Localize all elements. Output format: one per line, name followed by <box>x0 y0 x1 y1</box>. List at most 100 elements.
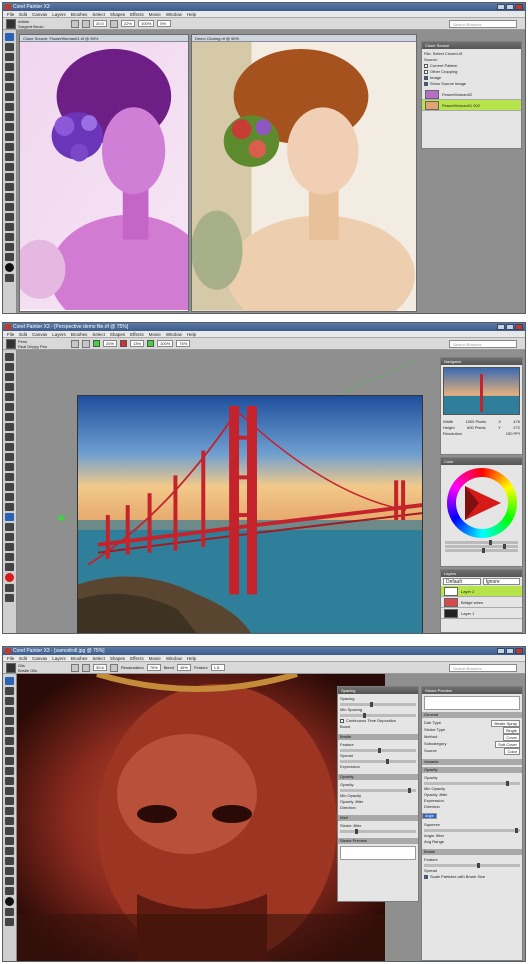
layer-item[interactable]: Layer 1 <box>441 608 522 619</box>
stroke-preview-section[interactable]: Stroke Preview <box>338 838 418 844</box>
clone-target-document[interactable]: Demo Cloning.rif @ 50% <box>191 34 417 312</box>
mirror-tool-icon[interactable] <box>5 867 14 875</box>
menu-layers[interactable]: Layers <box>52 656 66 661</box>
maximize-button[interactable] <box>506 324 514 330</box>
mirror-tool-icon[interactable] <box>5 543 14 551</box>
brush-dab-icon[interactable] <box>82 19 90 28</box>
pattern-selector-icon[interactable] <box>5 594 14 602</box>
shape-tool-icon[interactable] <box>5 463 14 471</box>
menu-shapes[interactable]: Shapes <box>110 12 125 17</box>
minimize-button[interactable] <box>497 324 505 330</box>
menu-edit[interactable]: Edit <box>19 12 27 17</box>
menu-window[interactable]: Window <box>166 12 182 17</box>
feature-field[interactable]: 1.8 <box>210 664 225 671</box>
lasso-tool-icon[interactable] <box>5 423 14 431</box>
dropper-tool-icon[interactable] <box>5 363 14 371</box>
composite-method-select[interactable]: Ignore <box>482 578 520 585</box>
eraser-tool-icon[interactable] <box>5 63 14 71</box>
stroke-jitter-slider[interactable] <box>340 829 416 834</box>
layer-adjuster-icon[interactable] <box>5 73 14 81</box>
cloner-tool-icon[interactable] <box>5 503 14 511</box>
burn-tool-icon[interactable] <box>5 857 14 865</box>
shape-tool-icon[interactable] <box>5 143 14 151</box>
clone-source-item[interactable]: FlowerWoman02 <box>422 89 521 100</box>
paint-bucket-icon[interactable] <box>5 373 14 381</box>
menu-brushes[interactable]: Brushes <box>71 332 88 337</box>
minimize-button[interactable] <box>497 648 505 654</box>
rectangle-select-icon[interactable] <box>5 93 14 101</box>
search-brushes-input[interactable]: Search Brushes <box>449 664 517 672</box>
painting-canvas[interactable] <box>17 674 385 961</box>
paint-bucket-icon[interactable] <box>5 53 14 61</box>
text-tool-icon[interactable] <box>5 153 14 161</box>
grain-field[interactable]: 100% <box>138 20 155 27</box>
opacity-slider[interactable] <box>424 781 520 786</box>
menu-file[interactable]: File <box>7 332 14 337</box>
brush-selector[interactable]: Artists Sargent Brush <box>6 18 68 29</box>
opacity-field-2[interactable]: 13% <box>130 340 145 347</box>
source-select[interactable]: Color <box>504 748 520 755</box>
crop-tool-icon[interactable] <box>5 443 14 451</box>
text-tool-icon[interactable] <box>5 473 14 481</box>
feature-slider[interactable] <box>424 863 520 868</box>
menu-effects[interactable]: Effects <box>130 12 144 17</box>
blend-method-select[interactable]: Default <box>443 578 481 585</box>
menu-canvas[interactable]: Canvas <box>32 12 47 17</box>
grabber-tool-icon[interactable] <box>5 233 14 241</box>
opacity-slider[interactable] <box>340 788 416 793</box>
opacity-field-1[interactable]: 20% <box>103 340 118 347</box>
dodge-tool-icon[interactable] <box>5 523 14 531</box>
menu-canvas[interactable]: Canvas <box>32 656 47 661</box>
mirror-tool-icon[interactable] <box>5 223 14 231</box>
squeeze-slider[interactable] <box>424 828 520 833</box>
show-source-checkbox[interactable]: Show Source Image <box>424 81 519 87</box>
brush-dab-icon-2[interactable] <box>110 19 118 28</box>
grid-color-swatch-green[interactable] <box>93 340 100 347</box>
menu-window[interactable]: Window <box>166 656 182 661</box>
bridge-canvas[interactable] <box>77 395 423 633</box>
menu-edit[interactable]: Edit <box>19 656 27 661</box>
pattern-selector-icon[interactable] <box>5 918 14 926</box>
paint-bucket-icon[interactable] <box>5 697 14 705</box>
size-field[interactable]: 20.0 <box>93 20 107 27</box>
brush-selector[interactable]: Oils Bristle Oils <box>6 662 68 673</box>
menu-brushes[interactable]: Brushes <box>71 12 88 17</box>
search-brushes-input[interactable]: Search Brushes <box>449 20 517 28</box>
reset-tool-icon[interactable] <box>71 19 79 28</box>
brush-tool-icon[interactable] <box>5 353 14 361</box>
close-button[interactable] <box>515 324 523 330</box>
menu-edit[interactable]: Edit <box>19 332 27 337</box>
shape-selection-icon[interactable] <box>5 163 14 171</box>
size-field[interactable]: 30.6 <box>93 664 107 671</box>
density-field[interactable]: 75% <box>176 340 191 347</box>
transform-tool-icon[interactable] <box>5 727 14 735</box>
scissors-tool-icon[interactable] <box>5 493 14 501</box>
menu-shapes[interactable]: Shapes <box>110 656 125 661</box>
grabber-tool-icon[interactable] <box>5 877 14 885</box>
min-spacing-slider[interactable] <box>340 713 416 718</box>
bleed-field[interactable]: 45% <box>176 664 191 671</box>
dab-type-select[interactable]: Bristle Spray <box>491 720 520 727</box>
magic-wand-icon[interactable] <box>5 433 14 441</box>
blend-field[interactable]: 5% <box>157 20 172 27</box>
crop-tool-icon[interactable] <box>5 767 14 775</box>
crop-tool-icon[interactable] <box>5 123 14 131</box>
rubber-stamp-icon[interactable] <box>5 837 14 845</box>
minimize-button[interactable] <box>497 4 505 10</box>
tab-angle[interactable]: Angle <box>422 813 437 819</box>
main-color-swatch[interactable] <box>5 573 14 582</box>
menu-help[interactable]: Help <box>187 332 196 337</box>
cloner-tool-icon[interactable] <box>5 827 14 835</box>
menu-select[interactable]: Select <box>92 12 105 17</box>
magnifier-tool-icon[interactable] <box>5 887 14 895</box>
perspective-grid-icon[interactable] <box>82 339 90 348</box>
dodge-tool-icon[interactable] <box>5 203 14 211</box>
cloner-tool-icon[interactable] <box>5 183 14 191</box>
dropper-tool-icon[interactable] <box>5 687 14 695</box>
text-tool-icon[interactable] <box>5 797 14 805</box>
opacity-field[interactable]: 22% <box>121 20 136 27</box>
rectangle-select-icon[interactable] <box>5 737 14 745</box>
close-button[interactable] <box>515 648 523 654</box>
clone-source-document[interactable]: Clone Source: FlowerWoman01.rif @ 50% <box>19 34 189 312</box>
menu-help[interactable]: Help <box>187 656 196 661</box>
